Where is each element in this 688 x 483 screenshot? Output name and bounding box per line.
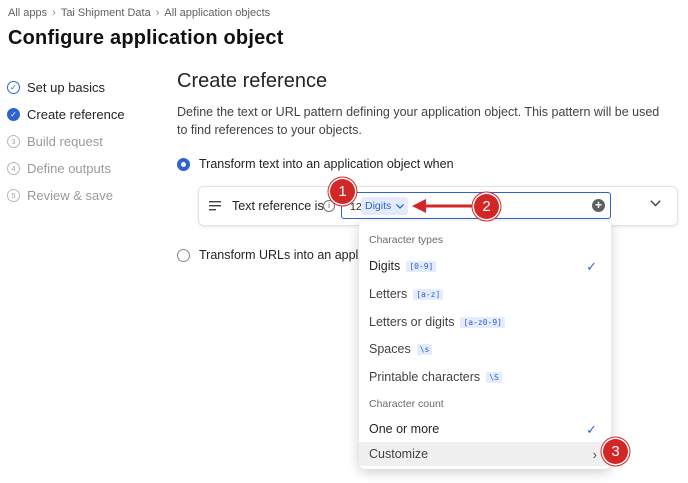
radio-transform-urls[interactable]: Transform URLs into an applica bbox=[177, 248, 374, 262]
menu-item-spaces[interactable]: Spaces \s bbox=[359, 337, 611, 361]
section-heading: Create reference bbox=[177, 70, 328, 92]
chevron-down-icon bbox=[396, 203, 405, 209]
menu-item-customize[interactable]: Customize › bbox=[359, 442, 611, 466]
step-review-save: 5 Review & save bbox=[7, 182, 125, 209]
menu-item-letters[interactable]: Letters [a-z] bbox=[359, 282, 611, 306]
token-dropdown-menu: Character types Digits [0-9] ✓ Letters [… bbox=[359, 221, 611, 469]
step-create-reference[interactable]: ✓ Create reference bbox=[7, 101, 125, 128]
step-define-outputs: 4 Define outputs bbox=[7, 155, 125, 182]
step-label: Review & save bbox=[27, 188, 113, 203]
text-reference-label: Text reference is bbox=[232, 199, 324, 213]
wizard-steps: ✓ Set up basics ✓ Create reference 3 Bui… bbox=[7, 74, 125, 209]
breadcrumb-separator: › bbox=[52, 7, 56, 19]
step-label: Build request bbox=[27, 134, 103, 149]
chip-count: 12 bbox=[350, 201, 362, 213]
menu-header-character-types: Character types bbox=[369, 234, 444, 246]
step-label: Define outputs bbox=[27, 161, 111, 176]
pattern-code: [0-9] bbox=[406, 260, 437, 272]
radio-label: Transform URLs into an applica bbox=[199, 248, 375, 262]
chevron-right-icon: › bbox=[592, 447, 597, 462]
section-description: Define the text or URL pattern defining … bbox=[177, 105, 660, 137]
breadcrumb-objects[interactable]: All application objects bbox=[164, 7, 270, 19]
step-number-icon: 5 bbox=[7, 189, 20, 202]
breadcrumb-all-apps[interactable]: All apps bbox=[8, 7, 47, 19]
radio-selected-icon[interactable] bbox=[177, 157, 190, 171]
step-label: Create reference bbox=[27, 107, 125, 122]
pattern-code: [a-z] bbox=[413, 288, 444, 300]
menu-item-one-or-more[interactable]: One or more ✓ bbox=[359, 417, 611, 441]
check-circle-icon: ✓ bbox=[7, 81, 20, 94]
menu-item-label: Printable characters bbox=[369, 370, 481, 384]
page-title: Configure application object bbox=[8, 27, 284, 49]
check-circle-filled-icon: ✓ bbox=[7, 108, 20, 121]
radio-unselected-icon[interactable] bbox=[177, 248, 190, 262]
pattern-code: \S bbox=[486, 371, 502, 383]
breadcrumb-separator: › bbox=[155, 7, 160, 19]
step-set-up-basics[interactable]: ✓ Set up basics bbox=[7, 74, 125, 101]
menu-header-character-count: Character count bbox=[369, 398, 444, 410]
chevron-down-icon[interactable] bbox=[650, 200, 661, 207]
token-label: Digits bbox=[365, 200, 392, 212]
radio-transform-text[interactable]: Transform text into an application objec… bbox=[177, 157, 454, 171]
text-lines-icon bbox=[209, 201, 221, 211]
step-label: Set up basics bbox=[27, 80, 106, 95]
step-number-icon: 3 bbox=[7, 135, 20, 148]
menu-item-label: Letters bbox=[369, 287, 408, 301]
menu-item-label: Digits bbox=[369, 259, 401, 273]
annotation-badge: 2 bbox=[474, 194, 499, 219]
annotation-badge: 1 bbox=[330, 179, 355, 204]
info-icon[interactable]: i bbox=[323, 200, 335, 212]
step-number-icon: 4 bbox=[7, 162, 20, 175]
menu-item-label: Customize bbox=[369, 447, 429, 461]
checkmark-icon: ✓ bbox=[586, 422, 597, 437]
menu-item-label: Spaces bbox=[369, 342, 411, 356]
checkmark-icon: ✓ bbox=[586, 259, 597, 274]
pattern-code: [a-z0-9] bbox=[460, 316, 505, 328]
annotation-badge: 3 bbox=[603, 439, 628, 464]
breadcrumb: All apps › Tai Shipment Data › All applicati… bbox=[8, 7, 270, 19]
menu-item-letters-or-digits[interactable]: Letters or digits [a-z0-9] bbox=[359, 310, 611, 334]
annotation-arrow bbox=[412, 199, 478, 213]
menu-item-digits[interactable]: Digits [0-9] ✓ bbox=[359, 254, 611, 278]
breadcrumb-app[interactable]: Tai Shipment Data bbox=[61, 7, 151, 19]
menu-item-label: One or more bbox=[369, 422, 440, 436]
radio-label: Transform text into an application objec… bbox=[199, 157, 454, 171]
step-build-request: 3 Build request bbox=[7, 128, 125, 155]
menu-item-label: Letters or digits bbox=[369, 315, 455, 329]
add-token-icon[interactable]: + bbox=[592, 199, 605, 212]
pattern-code: \s bbox=[416, 343, 433, 355]
menu-item-printable-characters[interactable]: Printable characters \S bbox=[359, 365, 611, 389]
digits-token[interactable]: Digits bbox=[361, 197, 409, 215]
